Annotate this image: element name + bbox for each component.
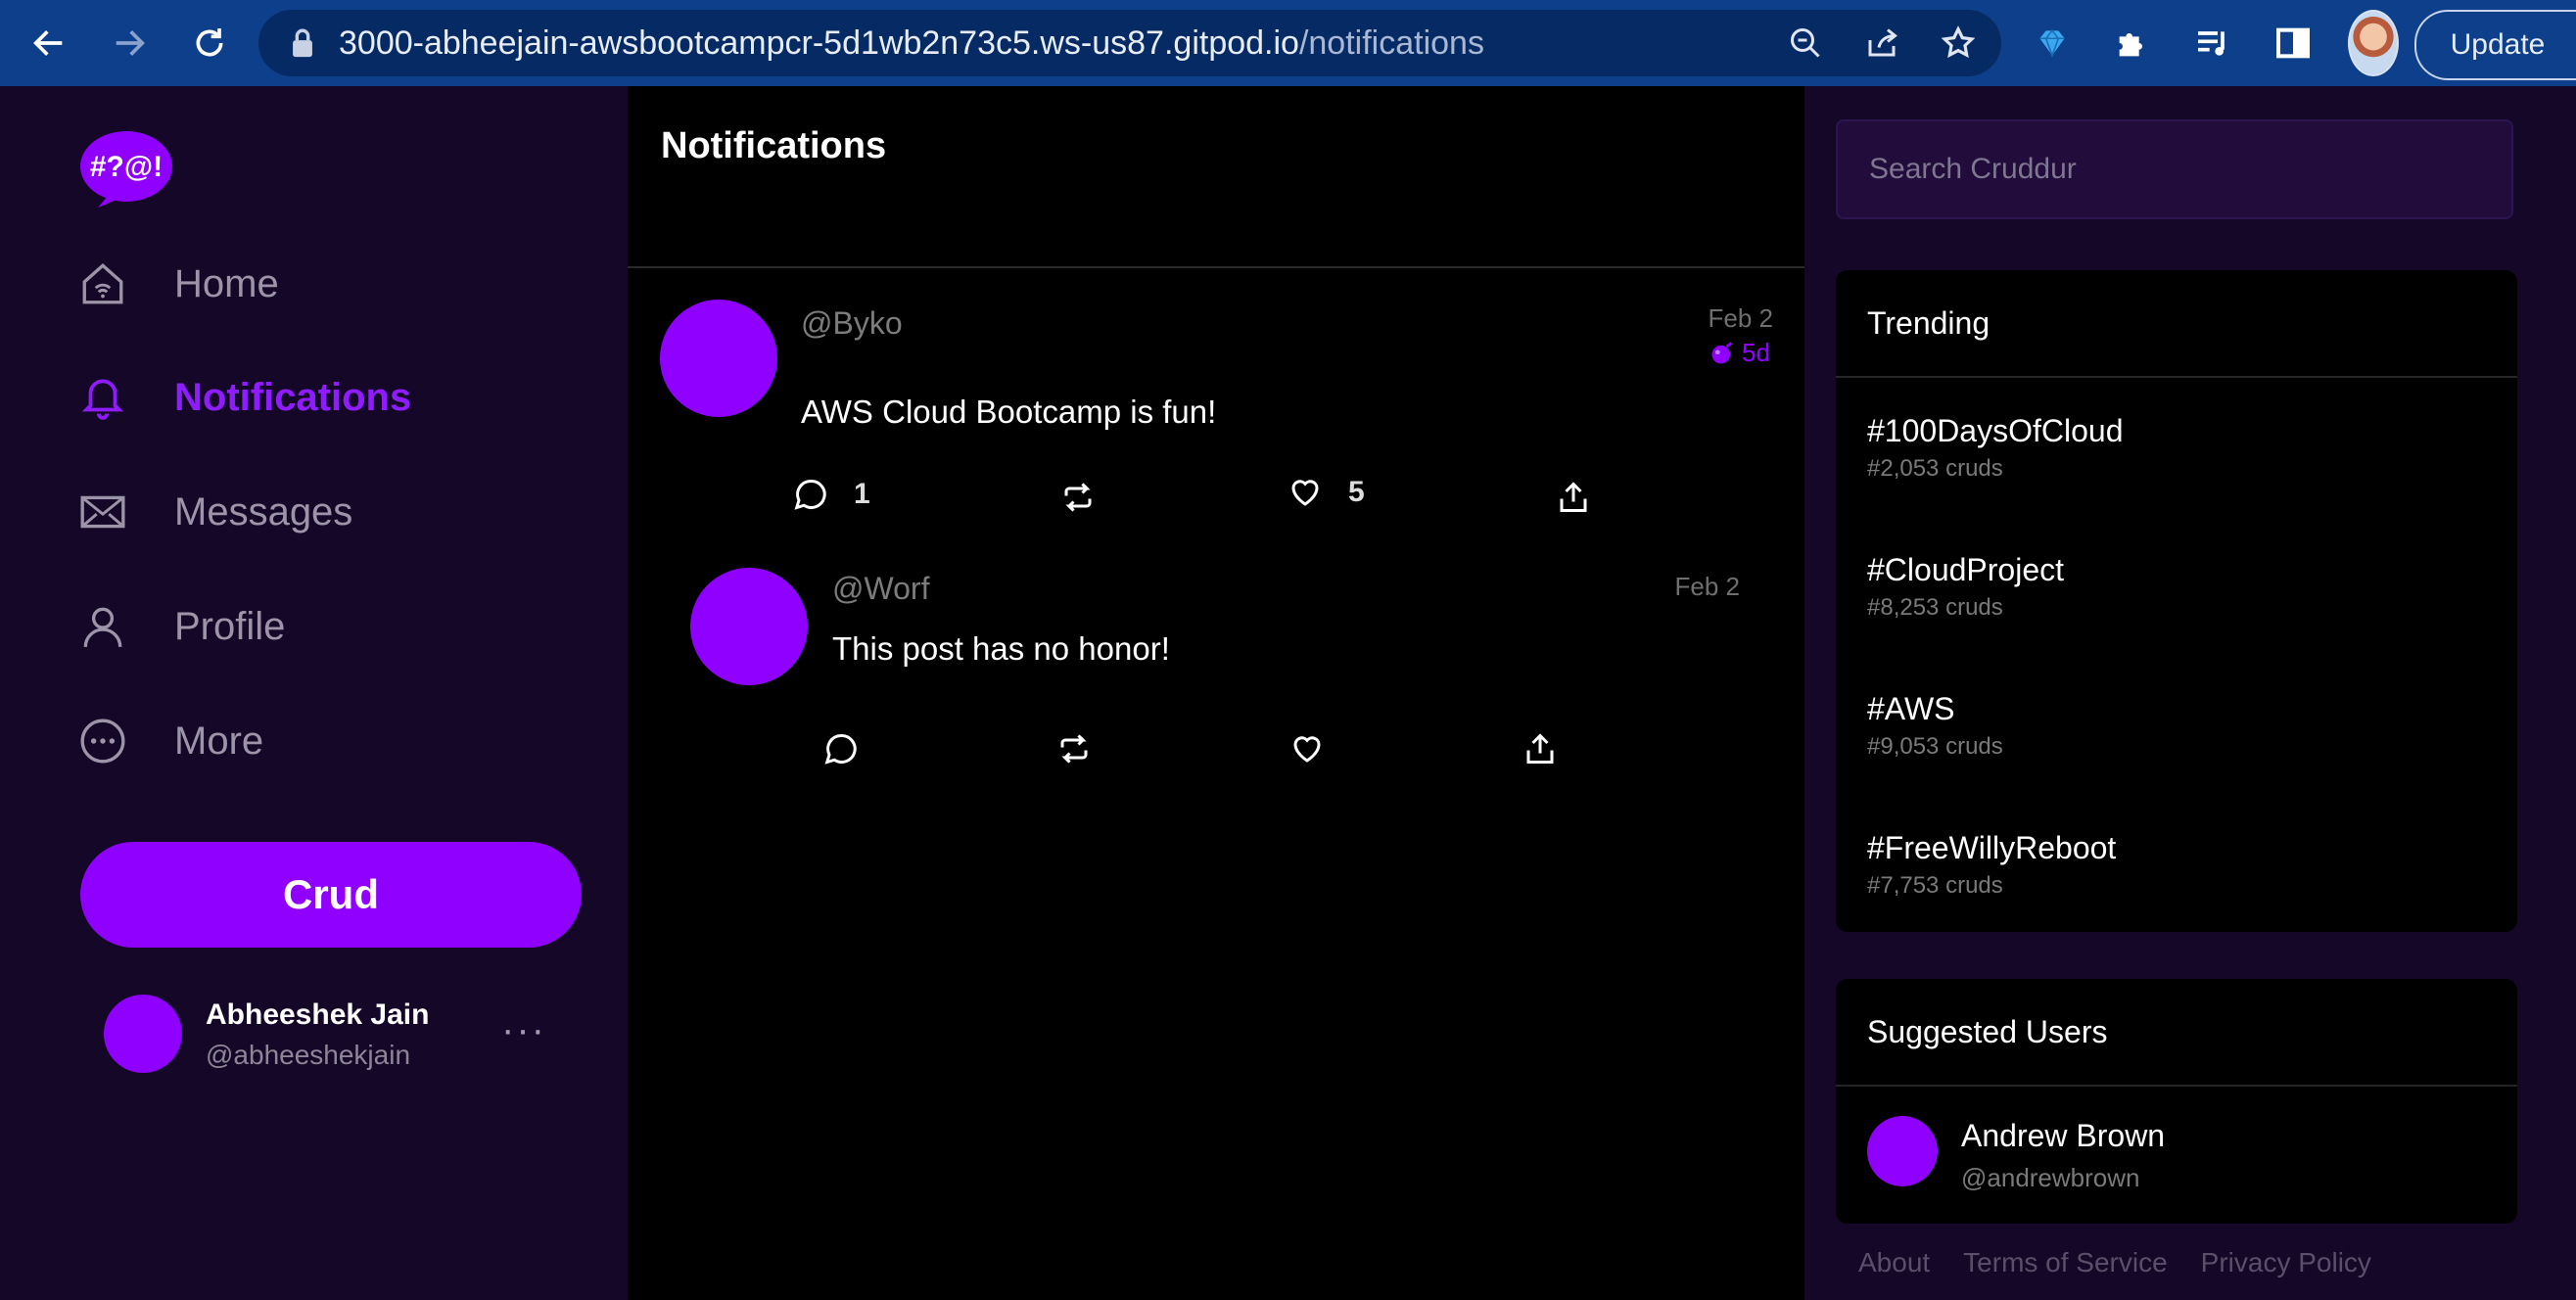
share-page-icon[interactable] <box>1858 20 1905 67</box>
like-button[interactable]: 5 <box>1288 475 1365 510</box>
divider <box>1836 1085 2517 1087</box>
repost-button[interactable] <box>1056 731 1092 766</box>
reply-icon <box>794 479 826 510</box>
avatar[interactable] <box>1867 1116 1938 1186</box>
sidebar-item-label: Profile <box>174 604 286 648</box>
sidebar-item-label: More <box>174 719 264 763</box>
sidebar-item-label: Messages <box>174 489 353 534</box>
footer-links: About Terms of Service Privacy Policy <box>1858 1247 2371 1278</box>
trending-item[interactable]: #FreeWillyReboot #7,753 cruds <box>1867 830 2116 900</box>
share-icon <box>1560 482 1587 512</box>
share-button[interactable] <box>1556 480 1591 515</box>
sidebar-item-more[interactable]: More <box>78 717 263 766</box>
more-circle-icon <box>78 717 127 766</box>
repost-icon <box>1060 734 1088 764</box>
post-date: Feb 2 <box>1674 572 1741 601</box>
sidebar-item-label: Home <box>174 261 279 305</box>
user-display-name: Abheeshek Jain <box>206 998 430 1031</box>
trending-item[interactable]: #AWS #9,053 cruds <box>1867 691 2003 761</box>
suggested-users-title: Suggested Users <box>1867 1014 2108 1049</box>
reply-button[interactable] <box>823 731 859 766</box>
trending-count: #7,753 cruds <box>1867 872 2003 899</box>
forward-arrow-icon[interactable] <box>98 12 161 74</box>
trending-count: #2,053 cruds <box>1867 455 2003 482</box>
trending-tag: #AWS <box>1867 691 1955 726</box>
trending-item[interactable]: #100DaysOfCloud #2,053 cruds <box>1867 413 2123 483</box>
sidebar-item-label: Notifications <box>174 375 412 419</box>
right-sidebar: Trending #100DaysOfCloud #2,053 cruds #C… <box>1804 86 2576 1300</box>
expires-badge: 5d <box>1709 338 1770 368</box>
avatar <box>660 300 777 417</box>
bomb-icon <box>1711 341 1733 363</box>
trending-item[interactable]: #CloudProject #8,253 cruds <box>1867 552 2064 622</box>
home-icon <box>78 259 127 308</box>
user-menu-button[interactable]: ··· <box>501 1008 546 1052</box>
page-title: Notifications <box>661 125 887 166</box>
suggested-user-name[interactable]: Andrew Brown <box>1961 1118 2165 1154</box>
lock-icon <box>293 28 312 58</box>
post-date: Feb 2 <box>1708 303 1774 333</box>
address-bar[interactable]: 3000-abheejain-awsbootcampcr-5d1wb2n73c5… <box>258 10 2001 76</box>
avatar <box>690 568 808 685</box>
repost-icon <box>1064 483 1092 512</box>
sidebar-item-profile[interactable]: Profile <box>78 602 285 651</box>
envelope-icon <box>78 488 127 536</box>
suggested-user-handle: @andrewbrown <box>1961 1163 2140 1192</box>
privacy-policy-link[interactable]: Privacy Policy <box>2201 1247 2371 1278</box>
diamond-extension-icon[interactable] <box>2027 12 2078 74</box>
bookmark-star-icon[interactable] <box>1935 20 1982 67</box>
url-host: 3000-abheejain-awsbootcampcr-5d1wb2n73c5… <box>339 23 1299 62</box>
share-button[interactable] <box>1522 731 1558 766</box>
reload-icon[interactable] <box>178 12 241 74</box>
url-path: /notifications <box>1298 23 1484 62</box>
sidebar-item-notifications[interactable]: Notifications <box>78 373 411 422</box>
terms-of-service-link[interactable]: Terms of Service <box>1963 1247 2168 1278</box>
extensions-puzzle-icon[interactable] <box>2107 12 2158 74</box>
user-handle: @abheeshekjain <box>206 1040 411 1070</box>
trending-count: #9,053 cruds <box>1867 733 2003 760</box>
trending-tag: #100DaysOfCloud <box>1867 413 2124 448</box>
trending-tag: #FreeWillyReboot <box>1867 830 2117 865</box>
suggested-users-panel: Suggested Users Andrew Brown @andrewbrow… <box>1836 979 2517 1224</box>
reply-count: 1 <box>854 478 870 510</box>
profile-avatar-icon[interactable] <box>2348 10 2399 76</box>
divider <box>628 266 1804 268</box>
sidebar-item-messages[interactable]: Messages <box>78 488 352 536</box>
divider <box>1836 376 2517 378</box>
logo-text: #?@! <box>90 151 163 183</box>
post-handle[interactable]: @Worf <box>832 571 929 607</box>
reply-button[interactable]: 1 <box>793 477 870 512</box>
post-message: This post has no honor! <box>832 630 1170 667</box>
media-queue-icon[interactable] <box>2187 12 2238 74</box>
person-icon <box>78 602 127 651</box>
post-message: AWS Cloud Bootcamp is fun! <box>801 394 1217 430</box>
reply-icon <box>824 733 857 765</box>
expires-label: 5d <box>1742 338 1770 367</box>
url-text: 3000-abheejain-awsbootcampcr-5d1wb2n73c5… <box>339 24 1484 63</box>
back-arrow-icon[interactable] <box>18 12 80 74</box>
avatar <box>104 995 182 1073</box>
heart-icon <box>1291 480 1319 506</box>
about-link[interactable]: About <box>1858 1247 1930 1278</box>
update-button[interactable]: Update <box>2414 10 2576 80</box>
share-icon <box>1526 733 1554 764</box>
repost-button[interactable] <box>1060 480 1096 515</box>
like-count: 5 <box>1348 476 1365 508</box>
heart-icon <box>1293 736 1321 763</box>
like-button[interactable] <box>1289 731 1325 766</box>
zoom-icon[interactable] <box>1782 20 1829 67</box>
trending-panel: Trending #100DaysOfCloud #2,053 cruds #C… <box>1836 270 2517 932</box>
trending-count: #8,253 cruds <box>1867 594 2003 621</box>
search-input[interactable] <box>1836 119 2513 219</box>
crud-button[interactable]: Crud <box>80 842 582 948</box>
notifications-feed: Notifications @Byko Feb 2 5d AWS Cloud B… <box>628 86 1804 1300</box>
trending-title: Trending <box>1867 305 1991 341</box>
cruddur-logo[interactable]: #?@! <box>80 129 172 209</box>
post-handle[interactable]: @Byko <box>801 305 903 342</box>
side-panel-icon[interactable] <box>2268 12 2318 74</box>
trending-tag: #CloudProject <box>1867 552 2064 587</box>
bell-icon <box>78 373 127 422</box>
sidebar-item-home[interactable]: Home <box>78 259 279 308</box>
